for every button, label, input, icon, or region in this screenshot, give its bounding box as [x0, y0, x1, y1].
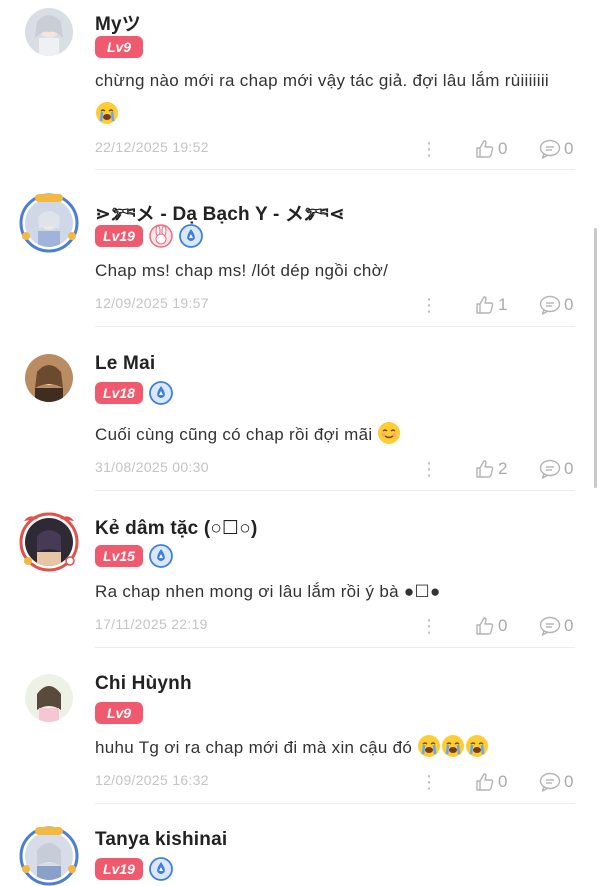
blue-drop-medal-icon [179, 224, 203, 248]
level-badge: Lv9 [95, 702, 143, 724]
comment-bubble-icon [539, 459, 561, 479]
crying-face-icon [95, 101, 119, 125]
like-button[interactable]: 2 [475, 457, 507, 481]
like-button[interactable]: 0 [475, 770, 507, 794]
more-vertical-icon[interactable]: ⋮ [420, 137, 438, 161]
level-badge: Lv9 [95, 36, 143, 58]
comment-text: Chap ms! chap ms! /lót dép ngồi chờ/ [95, 261, 389, 280]
comment-text: chừng nào mới ra chap mới vậy tác giả. đ… [95, 71, 549, 90]
level-badge: Lv19 [95, 225, 143, 247]
reply-button[interactable]: 0 [539, 137, 573, 161]
thumbs-up-icon [475, 139, 495, 159]
username[interactable]: Tanya kishinai [95, 829, 227, 851]
reply-count: 0 [564, 139, 574, 158]
comment-text-block: Ra chap nhen mong ơi lâu lắm rồi ý bà ●☐… [95, 575, 572, 609]
comment-meta: 31/08/2025 00:30 ⋮ 2 0 [95, 457, 575, 481]
reply-button[interactable]: 0 [539, 457, 573, 481]
username[interactable]: Kẻ dâm tặc (○☐○) [95, 517, 258, 540]
comment-text-block: Chap ms! chap ms! /lót dép ngồi chờ/ [95, 254, 572, 288]
like-count: 0 [498, 772, 508, 791]
comment-text-block: huhu Tg ơi ra chap mới đi mà xin cậu đó [95, 731, 572, 765]
smiling-face-icon [377, 421, 401, 445]
more-vertical-icon[interactable]: ⋮ [420, 293, 438, 317]
like-button[interactable]: 1 [475, 293, 507, 317]
reply-button[interactable]: 0 [539, 293, 573, 317]
like-count: 2 [498, 459, 508, 478]
badge-row: Lv9 [95, 701, 143, 725]
thumbs-up-icon [475, 295, 495, 315]
reply-count: 0 [564, 459, 574, 478]
blue-drop-medal-icon [149, 544, 173, 568]
comment-bubble-icon [539, 139, 561, 159]
badge-row: Lv9 [95, 35, 143, 59]
badge-row: Lv15 [95, 544, 173, 568]
comment-date: 31/08/2025 00:30 [95, 459, 209, 475]
blue-drop-medal-icon [149, 857, 173, 881]
thumbs-up-icon [475, 772, 495, 792]
comment-meta: 22/12/2025 19:52 ⋮ 0 0 [95, 137, 575, 161]
level-badge: Lv15 [95, 545, 143, 567]
level-badge: Lv19 [95, 858, 143, 880]
like-count: 0 [498, 616, 508, 635]
comment-text: huhu Tg ơi ra chap mới đi mà xin cậu đó [95, 738, 413, 757]
comment-date: 17/11/2025 22:19 [95, 616, 208, 632]
reply-count: 0 [564, 295, 574, 314]
comment-text-block: Cuối cùng cũng có chap rồi đợi mãi [95, 418, 572, 452]
avatar-frame-icon [19, 193, 79, 253]
username[interactable]: Le Mai [95, 353, 155, 375]
comment-text-block: chừng nào mới ra chap mới vậy tác giả. đ… [95, 64, 572, 132]
username[interactable]: ⋗𓀒メ - Dạ Bạch Y - メ𓀒⋖ [95, 196, 345, 227]
divider [95, 169, 575, 170]
comment-meta: 12/09/2025 19:57 ⋮ 1 0 [95, 293, 575, 317]
crying-face-icon [465, 734, 489, 758]
like-count: 1 [498, 295, 508, 314]
avatar[interactable] [25, 354, 73, 402]
like-count: 0 [498, 139, 508, 158]
avatar[interactable] [25, 8, 73, 56]
username[interactable]: Myツ [95, 9, 141, 36]
badge-row: Lv18 [95, 381, 173, 405]
comment-bubble-icon [539, 295, 561, 315]
avatar-frame-icon [19, 512, 79, 572]
crying-face-icon [417, 734, 441, 758]
reply-button[interactable]: 0 [539, 770, 573, 794]
blue-drop-medal-icon [149, 381, 173, 405]
like-button[interactable]: 0 [475, 137, 507, 161]
comment-text: Cuối cùng cũng có chap rồi đợi mãi [95, 425, 373, 444]
comment-meta: 12/09/2025 16:32 ⋮ 0 0 [95, 770, 575, 794]
username[interactable]: Chi Hùynh [95, 673, 192, 695]
badge-row: Lv19 [95, 857, 173, 881]
comment-text: Ra chap nhen mong ơi lâu lắm rồi ý bà ●☐… [95, 582, 441, 601]
badge-row: Lv19 [95, 224, 203, 248]
more-vertical-icon[interactable]: ⋮ [420, 770, 438, 794]
comment-date: 12/09/2025 16:32 [95, 772, 209, 788]
more-vertical-icon[interactable]: ⋮ [420, 457, 438, 481]
like-button[interactable]: 0 [475, 614, 507, 638]
comment-meta: 17/11/2025 22:19 ⋮ 0 0 [95, 614, 575, 638]
thumbs-up-icon [475, 459, 495, 479]
reply-count: 0 [564, 772, 574, 791]
level-badge: Lv18 [95, 382, 143, 404]
scrollbar[interactable] [594, 228, 597, 488]
more-vertical-icon[interactable]: ⋮ [420, 614, 438, 638]
comment-date: 12/09/2025 19:57 [95, 295, 209, 311]
divider [95, 490, 575, 491]
divider [95, 803, 575, 804]
avatar[interactable] [25, 674, 73, 722]
comment-bubble-icon [539, 616, 561, 636]
crying-face-icon [441, 734, 465, 758]
avatar-frame-icon [19, 826, 79, 886]
rabbit-medal-icon [149, 224, 173, 248]
divider [95, 647, 575, 648]
thumbs-up-icon [475, 616, 495, 636]
comment-bubble-icon [539, 772, 561, 792]
reply-count: 0 [564, 616, 574, 635]
reply-button[interactable]: 0 [539, 614, 573, 638]
divider [95, 326, 575, 327]
comment-date: 22/12/2025 19:52 [95, 139, 209, 155]
